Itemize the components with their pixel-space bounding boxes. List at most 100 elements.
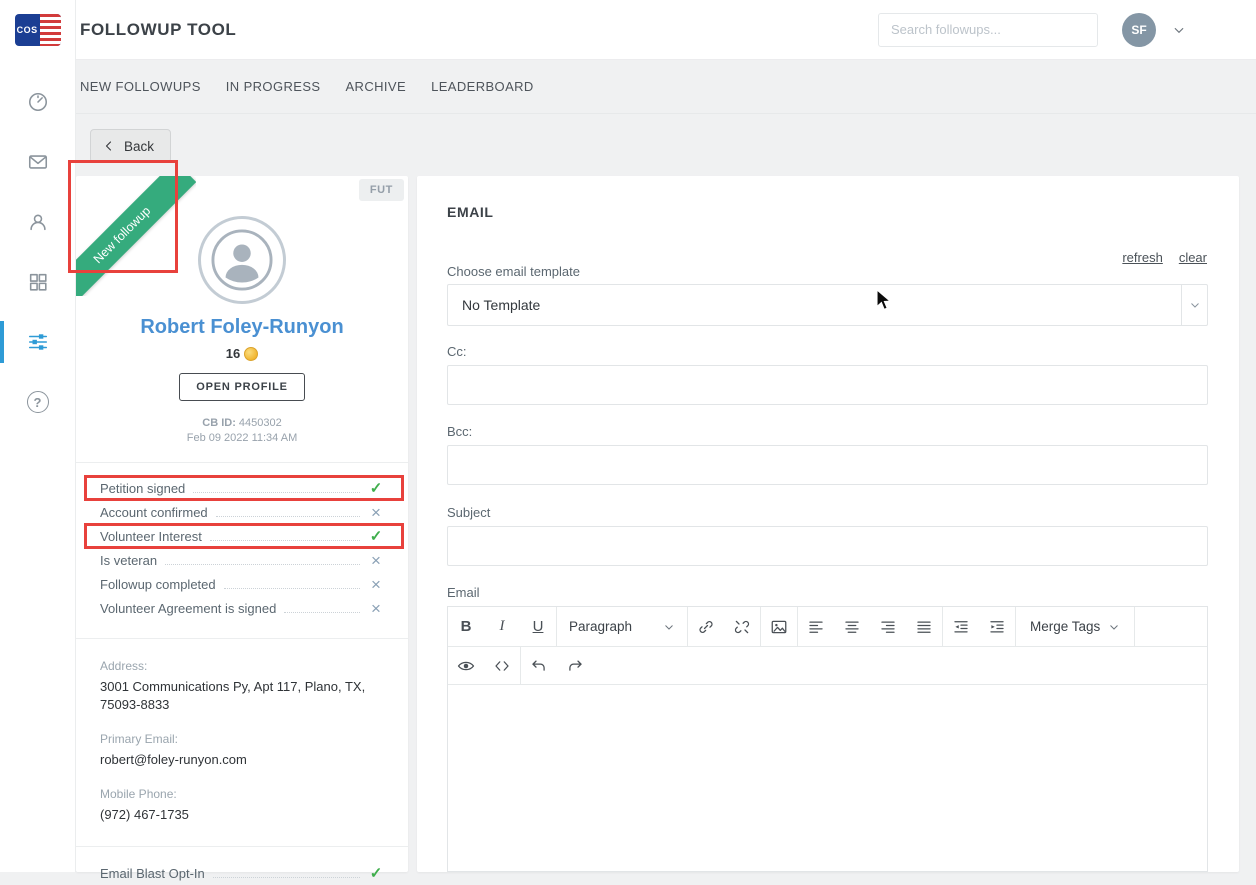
email-panel: EMAIL refresh clear Choose email templat… [417,176,1239,872]
sidebar-item-followups[interactable] [0,312,75,372]
cb-id: CB ID: 4450302 [76,417,408,429]
x-icon: × [368,600,384,617]
user-menu-button[interactable] [1172,23,1186,37]
indent-button[interactable] [979,607,1015,646]
eye-icon [457,657,475,675]
paragraph-format-value: Paragraph [569,619,632,634]
tab-in-progress[interactable]: IN PROGRESS [226,79,321,94]
template-links: refresh clear [1122,250,1207,265]
email-blast-optin-row[interactable]: Email Blast Opt-In ✓ [100,861,384,885]
align-left-button[interactable] [798,607,834,646]
email-body-label: Email [447,585,480,600]
merge-tags-dropdown[interactable]: Merge Tags [1016,607,1134,646]
contacts-icon [27,211,49,233]
subject-label: Subject [447,505,490,520]
chevron-down-icon [1108,621,1120,633]
dotted-leader [210,540,360,541]
user-avatar[interactable]: SF [1122,13,1156,47]
optin-label: Email Blast Opt-In [100,866,205,881]
chevron-down-icon [1189,299,1201,311]
open-profile-button[interactable]: OPEN PROFILE [179,373,305,401]
bold-button[interactable]: B [448,607,484,646]
align-center-icon [843,618,861,636]
status-row[interactable]: Volunteer Interest ✓ [100,524,384,548]
x-icon: × [368,552,384,569]
italic-button[interactable]: I [484,607,520,646]
align-center-button[interactable] [834,607,870,646]
contact-name-link[interactable]: Robert Foley-Runyon [76,316,408,339]
sidebar-item-dashboard[interactable] [0,72,75,132]
status-label: Account confirmed [100,505,208,520]
header: FOLLOWUP TOOL SF [76,0,1256,60]
select-caret[interactable] [1181,285,1207,325]
status-row[interactable]: Is veteran × [100,548,384,572]
align-justify-button[interactable] [906,607,942,646]
score-row: 16 [76,346,408,361]
redo-icon [566,657,584,675]
sidebar-item-apps[interactable] [0,252,75,312]
align-right-button[interactable] [870,607,906,646]
align-left-icon [807,618,825,636]
status-row[interactable]: Volunteer Agreement is signed × [100,596,384,620]
sidebar-item-contacts[interactable] [0,192,75,252]
subject-input[interactable] [447,526,1208,566]
contact-date: Feb 09 2022 11:34 AM [76,432,408,444]
score-value: 16 [226,346,240,361]
sidebar-item-mail[interactable] [0,132,75,192]
status-label: Is veteran [100,553,157,568]
remove-link-button[interactable] [724,607,760,646]
mobile-phone-label: Mobile Phone: [100,787,384,801]
insert-link-button[interactable] [688,607,724,646]
email-body-editor[interactable] [448,685,1207,871]
indent-icon [988,618,1006,636]
new-followup-ribbon: New followup [76,176,196,296]
cc-input[interactable] [447,365,1208,405]
underline-button[interactable]: U [520,607,556,646]
status-row[interactable]: Account confirmed × [100,500,384,524]
cos-logo[interactable]: COS [15,14,61,46]
code-view-button[interactable] [484,647,520,684]
person-icon [211,229,273,291]
clear-link[interactable]: clear [1179,250,1207,265]
contact-info: Address: 3001 Communications Py, Apt 117… [76,659,408,824]
undo-button[interactable] [521,647,557,684]
tab-leaderboard[interactable]: LEADERBOARD [431,79,534,94]
status-label: Petition signed [100,481,185,496]
refresh-link[interactable]: refresh [1122,250,1162,265]
editor-toolbar-row1: B I U Paragraph [448,607,1207,647]
help-icon: ? [27,391,49,413]
paragraph-format-select[interactable]: Paragraph [557,607,687,646]
address-label: Address: [100,659,384,673]
image-icon [770,618,788,636]
search-input[interactable] [878,13,1098,47]
cb-id-value: 4450302 [239,417,282,429]
mobile-phone-value: (972) 467-1735 [100,806,384,824]
tab-archive[interactable]: ARCHIVE [345,79,406,94]
preview-button[interactable] [448,647,484,684]
bcc-input[interactable] [447,445,1208,485]
email-template-select[interactable]: No Template [447,284,1208,326]
rich-text-editor: B I U Paragraph [447,606,1208,872]
status-row[interactable]: Petition signed ✓ [100,476,384,500]
redo-button[interactable] [557,647,593,684]
email-panel-title: EMAIL [447,204,494,220]
dotted-leader [284,612,360,613]
tab-new-followups[interactable]: NEW FOLLOWUPS [80,79,201,94]
status-list: Petition signed ✓ Account confirmed × Vo… [76,476,408,620]
status-row[interactable]: Followup completed × [100,572,384,596]
toolbar-separator [1134,607,1135,646]
dotted-leader [216,516,360,517]
merge-tags-label: Merge Tags [1030,619,1100,634]
ribbon-wrap: New followup [76,176,196,296]
insert-image-button[interactable] [761,607,797,646]
check-icon: ✓ [368,529,384,544]
code-icon [493,657,511,675]
outdent-button[interactable] [943,607,979,646]
sidebar-item-help[interactable]: ? [0,372,75,432]
dashboard-icon [27,91,49,113]
cc-label: Cc: [447,344,467,359]
coin-icon [244,347,258,361]
back-button[interactable]: Back [90,129,171,163]
template-label: Choose email template [447,264,580,279]
dotted-leader [165,564,360,565]
